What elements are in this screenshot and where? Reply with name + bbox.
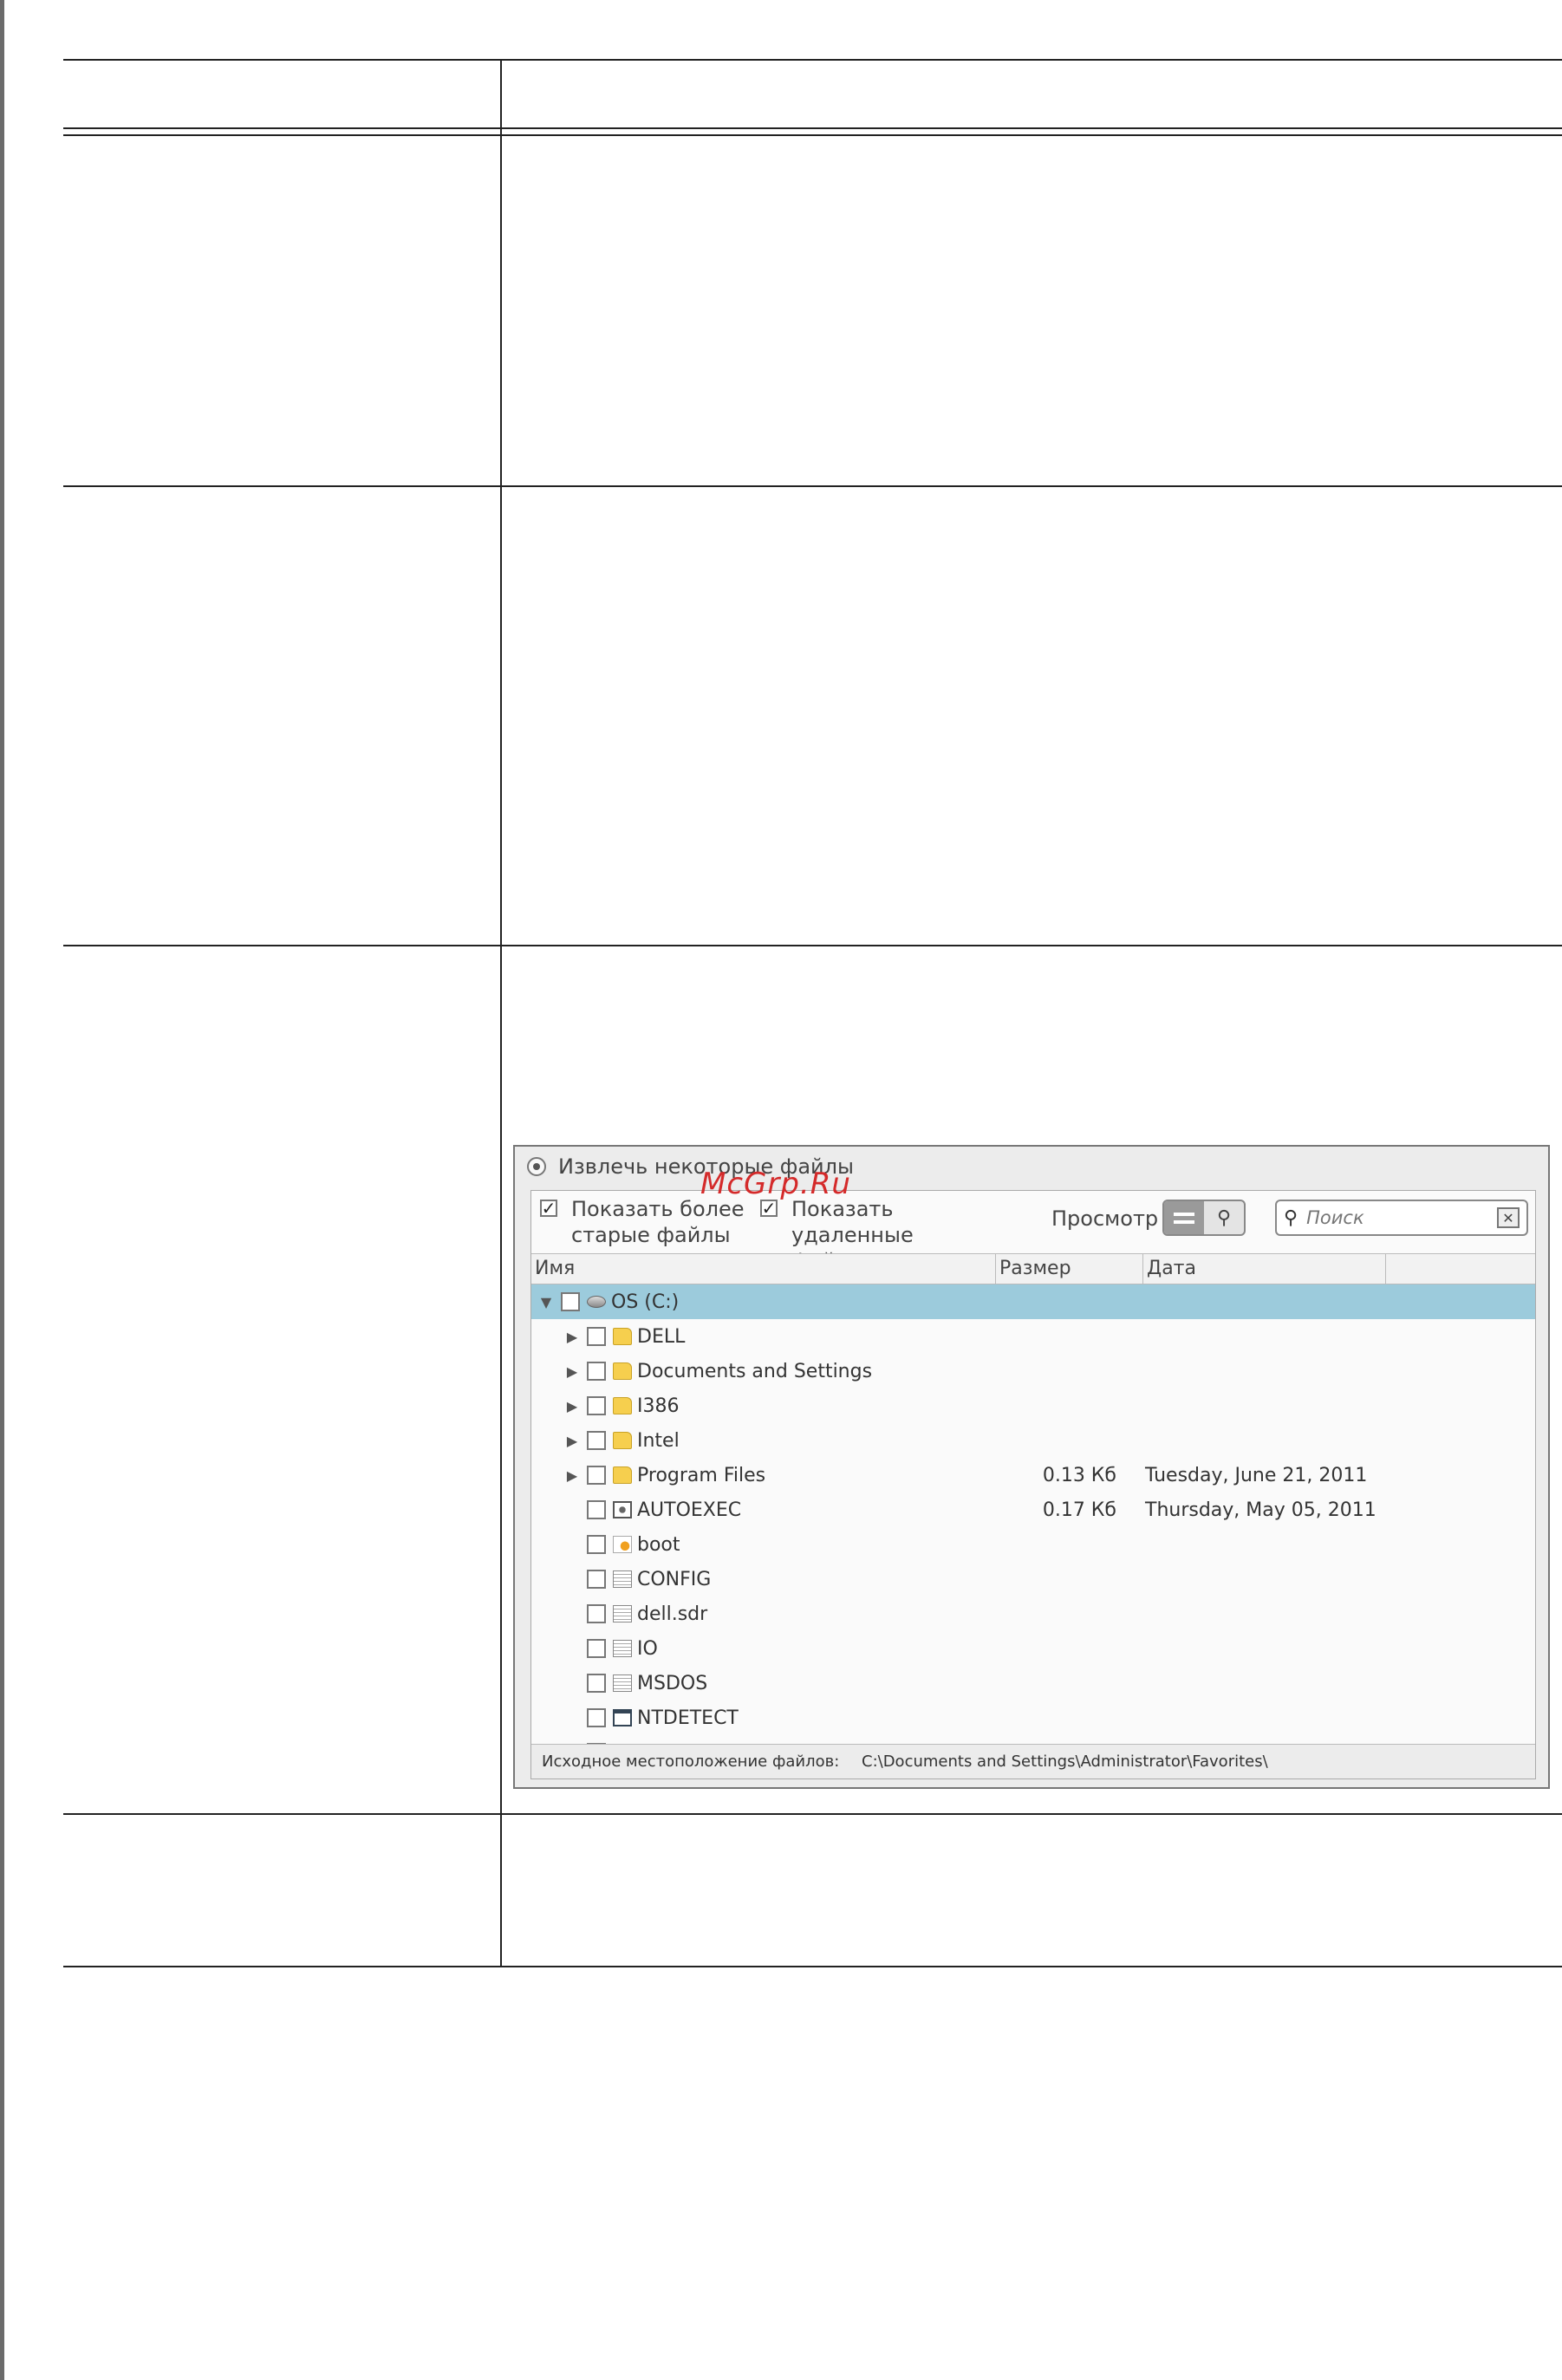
search-field[interactable]: ⚲ ✕ xyxy=(1275,1200,1528,1236)
source-location-bar: Исходное местоположение файлов: C:\Docum… xyxy=(531,1744,1535,1778)
file-name: MSDOS xyxy=(637,1672,708,1694)
table-rule-header-2 xyxy=(63,134,1562,136)
restore-files-dialog: Извлечь некоторые файлы Показать более с… xyxy=(513,1145,1550,1789)
tree-row-drive[interactable]: ▼ OS (C:) xyxy=(531,1284,1535,1319)
search-icon: ⚲ xyxy=(1216,1206,1232,1229)
clear-search-icon[interactable]: ✕ xyxy=(1497,1207,1520,1228)
tree-row[interactable]: ▶ Intel xyxy=(531,1423,1535,1458)
file-name: CONFIG xyxy=(637,1568,712,1590)
file-name: boot xyxy=(637,1533,680,1556)
file-date: Thursday, May 05, 2011 xyxy=(1145,1499,1377,1521)
row-checkbox[interactable] xyxy=(587,1500,606,1519)
column-headers: Имя Размер Дата xyxy=(531,1253,1535,1284)
folder-icon xyxy=(613,1432,632,1449)
row-checkbox[interactable] xyxy=(587,1466,606,1485)
file-name: OS (C:) xyxy=(611,1291,680,1313)
source-location-label: Исходное местоположение файлов: xyxy=(542,1752,840,1771)
tree-row[interactable]: NTDETECT xyxy=(531,1700,1535,1735)
file-name: NTDETECT xyxy=(637,1707,739,1729)
row-checkbox[interactable] xyxy=(587,1570,606,1589)
search-input[interactable] xyxy=(1305,1206,1497,1229)
row-checkbox[interactable] xyxy=(587,1674,606,1693)
row-checkbox[interactable] xyxy=(587,1535,606,1554)
file-name: DELL xyxy=(637,1325,686,1348)
file-size: 0.17 Кб xyxy=(1042,1499,1116,1521)
row-checkbox[interactable] xyxy=(587,1639,606,1658)
tree-row[interactable]: ▶ DELL xyxy=(531,1319,1535,1354)
watermark: McGrp.Ru xyxy=(700,1167,851,1201)
table-rule-row-2 xyxy=(63,945,1562,946)
table-rule-top xyxy=(63,59,1562,61)
table-rule-row-3 xyxy=(63,1813,1562,1815)
expand-arrow-icon[interactable]: ▶ xyxy=(564,1433,580,1449)
file-name: Intel xyxy=(637,1429,680,1452)
file-date: Tuesday, June 21, 2011 xyxy=(1145,1464,1368,1486)
tree-row[interactable]: boot xyxy=(531,1527,1535,1562)
tree-row[interactable]: ▶ Documents and Settings xyxy=(531,1354,1535,1388)
file-name: Documents and Settings xyxy=(637,1360,873,1382)
table-rule-bottom xyxy=(63,1966,1562,1967)
drive-icon xyxy=(587,1296,606,1308)
tree-row[interactable]: ▶ I386 xyxy=(531,1388,1535,1423)
row-checkbox[interactable] xyxy=(561,1292,580,1311)
file-size: 0.13 Кб xyxy=(1042,1464,1116,1486)
folder-icon xyxy=(613,1328,632,1345)
column-header-date[interactable]: Дата xyxy=(1143,1254,1386,1284)
text-file-icon xyxy=(613,1640,632,1657)
tree-row[interactable]: dell.sdr xyxy=(531,1596,1535,1631)
window-file-icon xyxy=(613,1709,632,1726)
expand-arrow-icon[interactable]: ▶ xyxy=(564,1329,580,1345)
text-file-icon xyxy=(613,1674,632,1692)
table-column-divider xyxy=(500,59,502,1967)
source-location-path: C:\Documents and Settings\Administrator\… xyxy=(862,1752,1268,1771)
tree-row[interactable]: AUTOEXEC 0.17 Кб Thursday, May 05, 2011 xyxy=(531,1492,1535,1527)
column-header-name[interactable]: Имя xyxy=(531,1254,996,1284)
tree-row[interactable]: MSDOS xyxy=(531,1666,1535,1700)
tree-row[interactable]: ▶ Program Files 0.13 Кб Tuesday, June 21… xyxy=(531,1458,1535,1492)
row-checkbox[interactable] xyxy=(587,1362,606,1381)
list-view-button[interactable] xyxy=(1164,1201,1204,1234)
column-header-size[interactable]: Размер xyxy=(996,1254,1143,1284)
show-deleted-files-checkbox[interactable] xyxy=(760,1200,778,1217)
file-name: Program Files xyxy=(637,1464,766,1486)
tree-row[interactable]: IO xyxy=(531,1631,1535,1666)
row-checkbox[interactable] xyxy=(587,1604,606,1623)
executable-icon xyxy=(613,1501,632,1518)
folder-icon xyxy=(613,1466,632,1484)
show-older-files-option[interactable]: Показать более старые файлы xyxy=(540,1196,762,1248)
tree-row[interactable]: ntldr xyxy=(531,1735,1535,1744)
row-checkbox[interactable] xyxy=(587,1327,606,1346)
file-name: IO xyxy=(637,1637,658,1660)
expand-arrow-icon[interactable]: ▶ xyxy=(564,1398,580,1414)
expand-arrow-icon[interactable]: ▶ xyxy=(564,1363,580,1380)
table-rule-header-1 xyxy=(63,127,1562,129)
file-name: dell.sdr xyxy=(637,1603,708,1625)
folder-icon xyxy=(613,1397,632,1414)
show-older-files-checkbox[interactable] xyxy=(540,1200,557,1217)
search-icon: ⚲ xyxy=(1284,1206,1298,1229)
collapse-arrow-icon[interactable]: ▼ xyxy=(538,1294,554,1310)
radio-button[interactable] xyxy=(527,1157,546,1176)
row-checkbox[interactable] xyxy=(587,1431,606,1450)
file-name: I386 xyxy=(637,1395,680,1417)
expand-arrow-icon[interactable]: ▶ xyxy=(564,1467,580,1484)
file-browser-panel: Показать более старые файлы Показать уда… xyxy=(530,1190,1536,1779)
file-name: AUTOEXEC xyxy=(637,1499,742,1521)
row-checkbox[interactable] xyxy=(587,1708,606,1727)
view-label: Просмотр xyxy=(1051,1206,1159,1231)
boot-file-icon xyxy=(613,1536,632,1553)
show-older-files-label: Показать более старые файлы xyxy=(571,1197,745,1247)
table-rule-row-1 xyxy=(63,485,1562,487)
text-file-icon xyxy=(613,1570,632,1588)
folder-icon xyxy=(613,1362,632,1380)
search-view-button[interactable]: ⚲ xyxy=(1204,1201,1244,1234)
tree-row[interactable]: CONFIG xyxy=(531,1562,1535,1596)
view-toggle: ⚲ xyxy=(1162,1200,1246,1236)
page-left-border xyxy=(0,0,4,2380)
text-file-icon xyxy=(613,1605,632,1622)
file-tree: ▼ OS (C:) ▶ DELL ▶ Documents and Setting… xyxy=(531,1284,1535,1744)
row-checkbox[interactable] xyxy=(587,1396,606,1415)
